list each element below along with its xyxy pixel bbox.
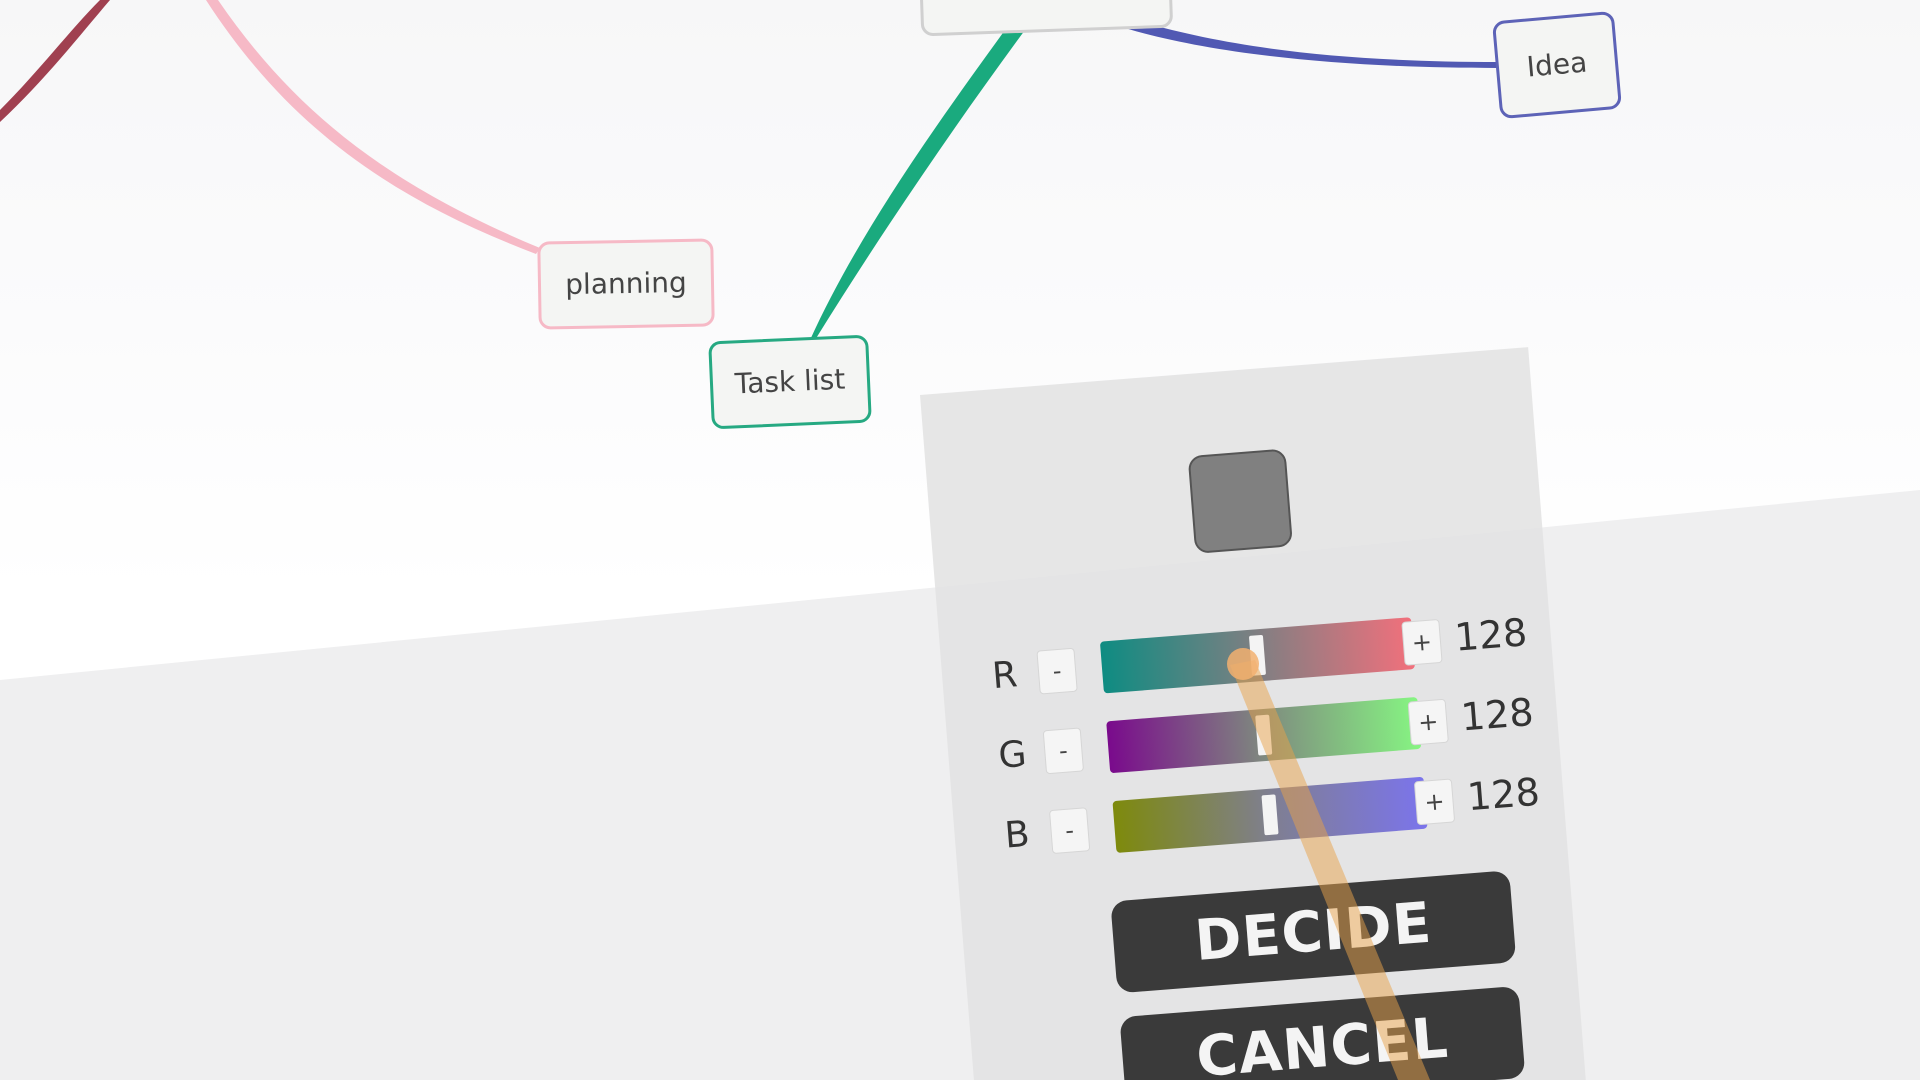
mindmap-node-task-list[interactable]: Task list (708, 334, 872, 430)
b-decrement-button[interactable]: - (1048, 807, 1091, 855)
b-value: 128 (1465, 769, 1542, 820)
branch-task-list (810, 30, 1025, 340)
vr-scene: planning Task list Idea R - + 128 G - + … (0, 0, 1920, 1080)
r-slider-track[interactable] (1099, 617, 1416, 694)
r-value: 128 (1452, 610, 1529, 660)
mindmap-node-planning[interactable]: planning (537, 238, 715, 330)
branch-dark (0, 0, 110, 122)
g-slider-track[interactable] (1106, 696, 1422, 774)
decide-button[interactable]: DECIDE (1110, 870, 1517, 994)
g-slider-thumb[interactable] (1255, 714, 1273, 756)
channel-row-g: G - + 128 (997, 688, 1539, 780)
channel-row-r: R - + 128 (990, 608, 1532, 700)
color-picker-panel: R - + 128 G - + 128 B - + 128 DECIDE CAN… (920, 347, 1587, 1080)
r-slider-thumb[interactable] (1248, 634, 1267, 676)
channel-label: G (996, 733, 1029, 777)
g-decrement-button[interactable]: - (1042, 727, 1085, 775)
channel-label: R (990, 654, 1019, 698)
b-increment-button[interactable]: + (1413, 778, 1456, 826)
g-increment-button[interactable]: + (1407, 698, 1449, 746)
mindmap-node-idea[interactable]: Idea (1491, 10, 1623, 120)
r-decrement-button[interactable]: - (1036, 647, 1078, 695)
b-slider-track[interactable] (1112, 776, 1428, 853)
b-slider-thumb[interactable] (1261, 794, 1279, 836)
color-preview-swatch (1187, 448, 1294, 554)
channel-row-b: B - + 128 (1003, 767, 1545, 859)
g-value: 128 (1459, 689, 1536, 740)
r-increment-button[interactable]: + (1401, 618, 1443, 666)
channel-label: B (1003, 813, 1032, 857)
branch-planning (206, 0, 540, 254)
cancel-button[interactable]: CANCEL (1119, 985, 1526, 1080)
branch-idea (1115, 15, 1498, 68)
